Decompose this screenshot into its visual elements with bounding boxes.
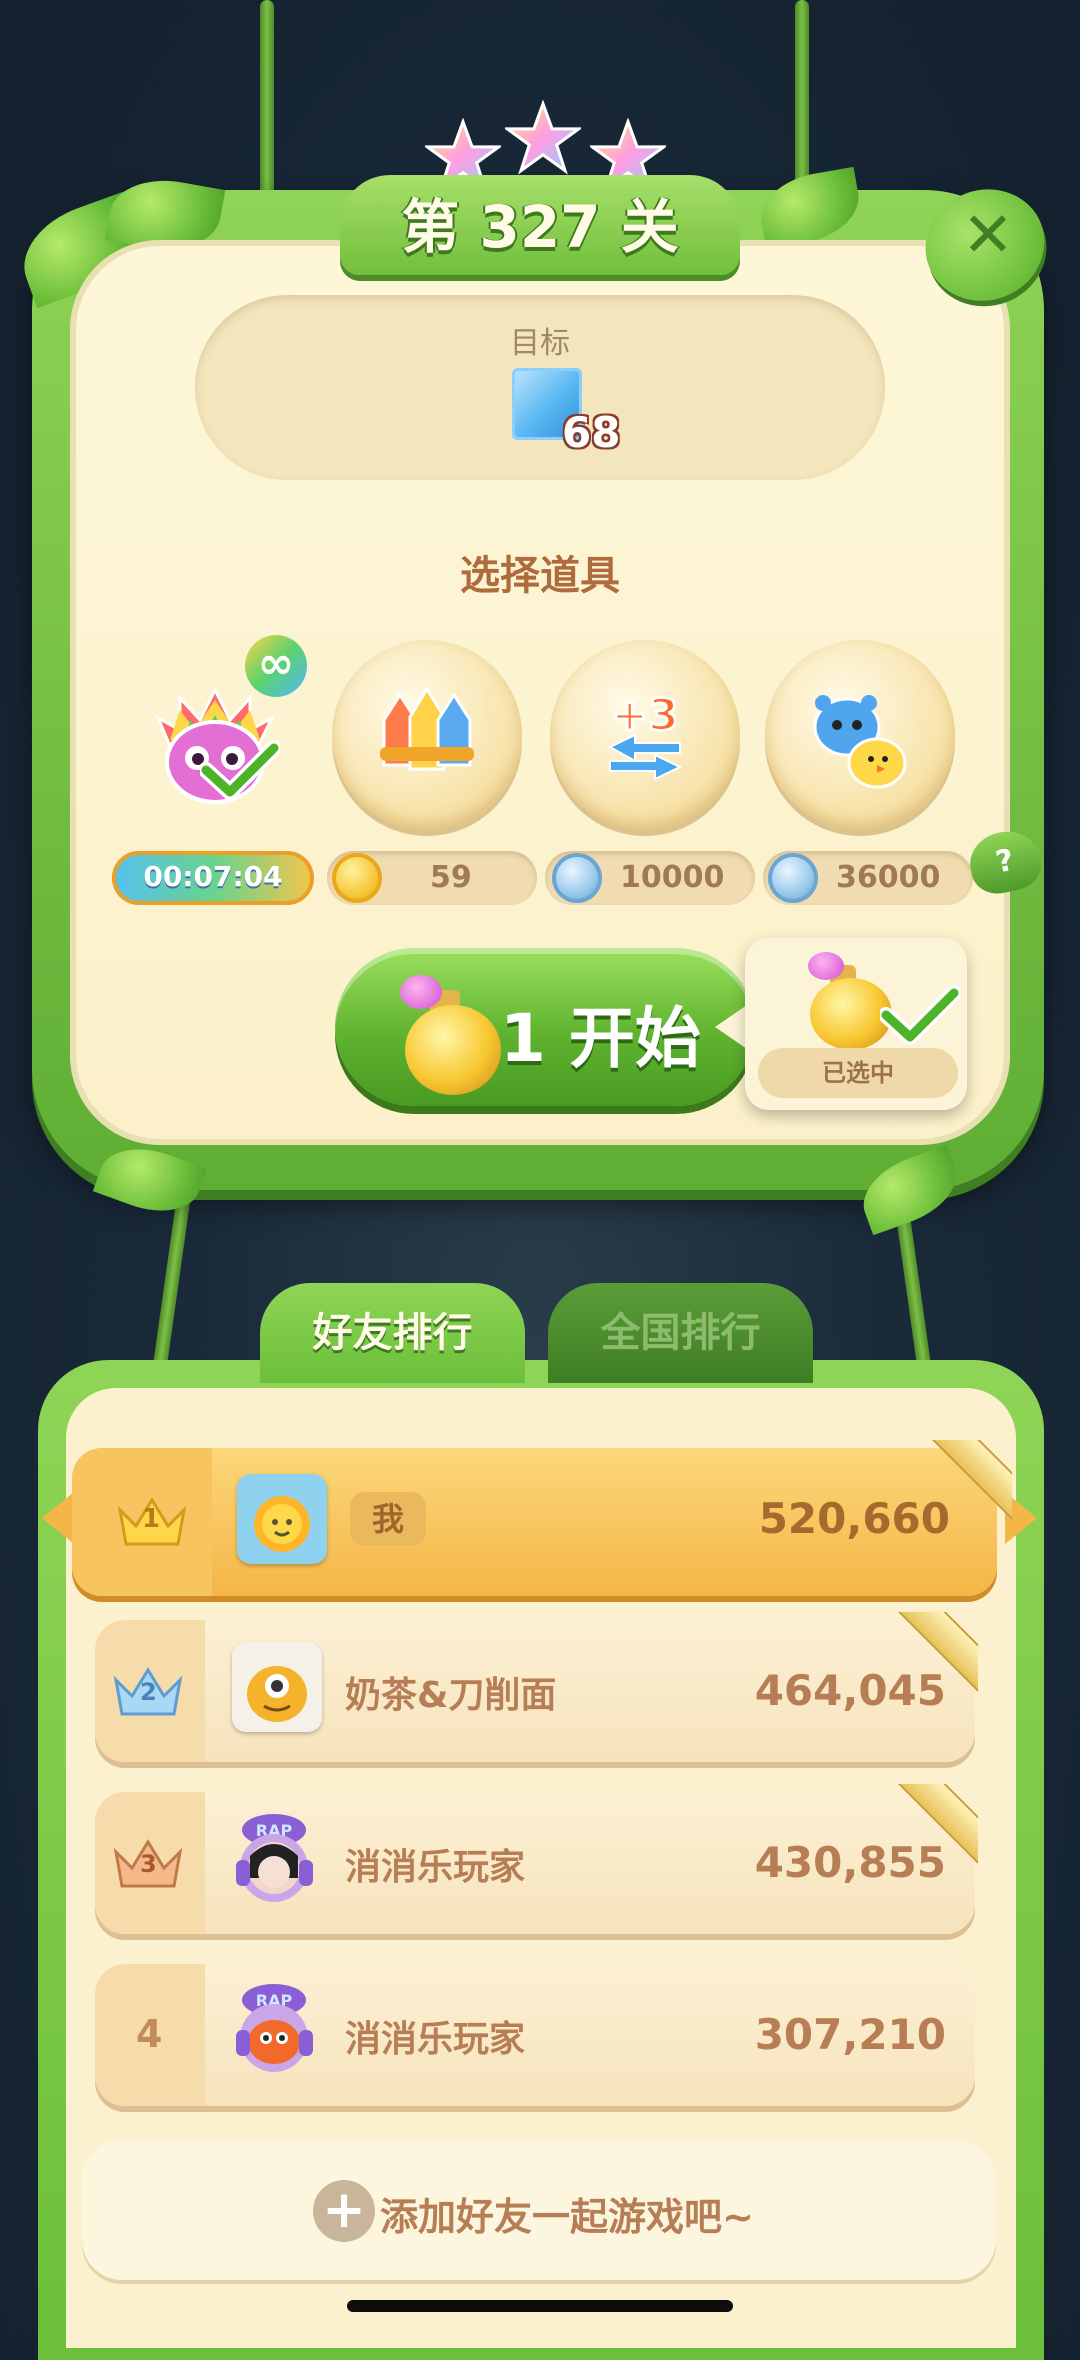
goal-count: 68 bbox=[562, 408, 621, 457]
check-icon bbox=[200, 740, 280, 800]
check-icon bbox=[880, 985, 960, 1045]
gold-coin-icon bbox=[332, 853, 382, 903]
player-name: 奶茶&刀削面 bbox=[345, 1675, 557, 1716]
infinity-icon: ∞ bbox=[245, 635, 307, 697]
level-title: 第 327 关 bbox=[401, 193, 679, 261]
swap-animals-icon bbox=[813, 695, 907, 789]
avatar: RAP bbox=[222, 1808, 327, 1913]
home-indicator[interactable] bbox=[347, 2300, 733, 2312]
rank-number: 1 bbox=[142, 1504, 161, 1534]
rank-number: 4 bbox=[136, 2012, 163, 2056]
avatar bbox=[237, 1474, 327, 1564]
star-icon bbox=[505, 100, 581, 175]
player-name: 消消乐玩家 bbox=[345, 1847, 526, 1888]
start-label[interactable]: 1 开始 bbox=[500, 985, 701, 1081]
price-text: 59 bbox=[430, 860, 472, 895]
vine-decoration bbox=[260, 0, 274, 200]
three-star-ribbon bbox=[922, 1440, 1012, 1530]
price-text: 36000 bbox=[836, 860, 941, 895]
row-pointer-left bbox=[42, 1492, 74, 1544]
timer-text: 00:07:04 bbox=[143, 860, 283, 893]
player-name: 我 bbox=[350, 1492, 426, 1546]
vine-decoration bbox=[795, 0, 809, 200]
three-star-ribbon bbox=[888, 1612, 978, 1702]
rank-number: 3 bbox=[140, 1850, 157, 1878]
add-friend-label[interactable]: 添加好友一起游戏吧~ bbox=[380, 2186, 754, 2241]
plus-icon[interactable]: + bbox=[313, 2180, 375, 2242]
goal-label: 目标 bbox=[510, 326, 570, 361]
close-icon[interactable]: ✕ bbox=[958, 204, 1018, 266]
selected-pointer bbox=[715, 1005, 747, 1049]
player-score: 307,210 bbox=[754, 2010, 946, 2059]
potion-icon bbox=[405, 1005, 501, 1095]
svg-text:+3: +3 bbox=[611, 690, 678, 741]
rockets-icon bbox=[380, 686, 474, 771]
tab-friends-ranking[interactable]: 好友排行 bbox=[260, 1283, 525, 1383]
props-section-title: 选择道具 bbox=[460, 553, 620, 599]
potion-icon bbox=[808, 952, 844, 980]
avatar bbox=[232, 1642, 322, 1732]
plus-three-moves-icon: +3 bbox=[607, 689, 683, 781]
three-star-ribbon bbox=[888, 1784, 978, 1874]
player-score: 520,660 bbox=[758, 1494, 950, 1543]
selected-label: 已选中 bbox=[758, 1048, 958, 1098]
silver-coin-icon bbox=[552, 853, 602, 903]
potion-icon bbox=[400, 975, 442, 1009]
price-text: 10000 bbox=[620, 860, 725, 895]
rank-number: 2 bbox=[140, 1678, 157, 1706]
silver-coin-icon bbox=[768, 853, 818, 903]
tab-national-ranking[interactable]: 全国排行 bbox=[548, 1283, 813, 1383]
player-name: 消消乐玩家 bbox=[345, 2019, 526, 2060]
avatar: RAP bbox=[222, 1978, 327, 2083]
